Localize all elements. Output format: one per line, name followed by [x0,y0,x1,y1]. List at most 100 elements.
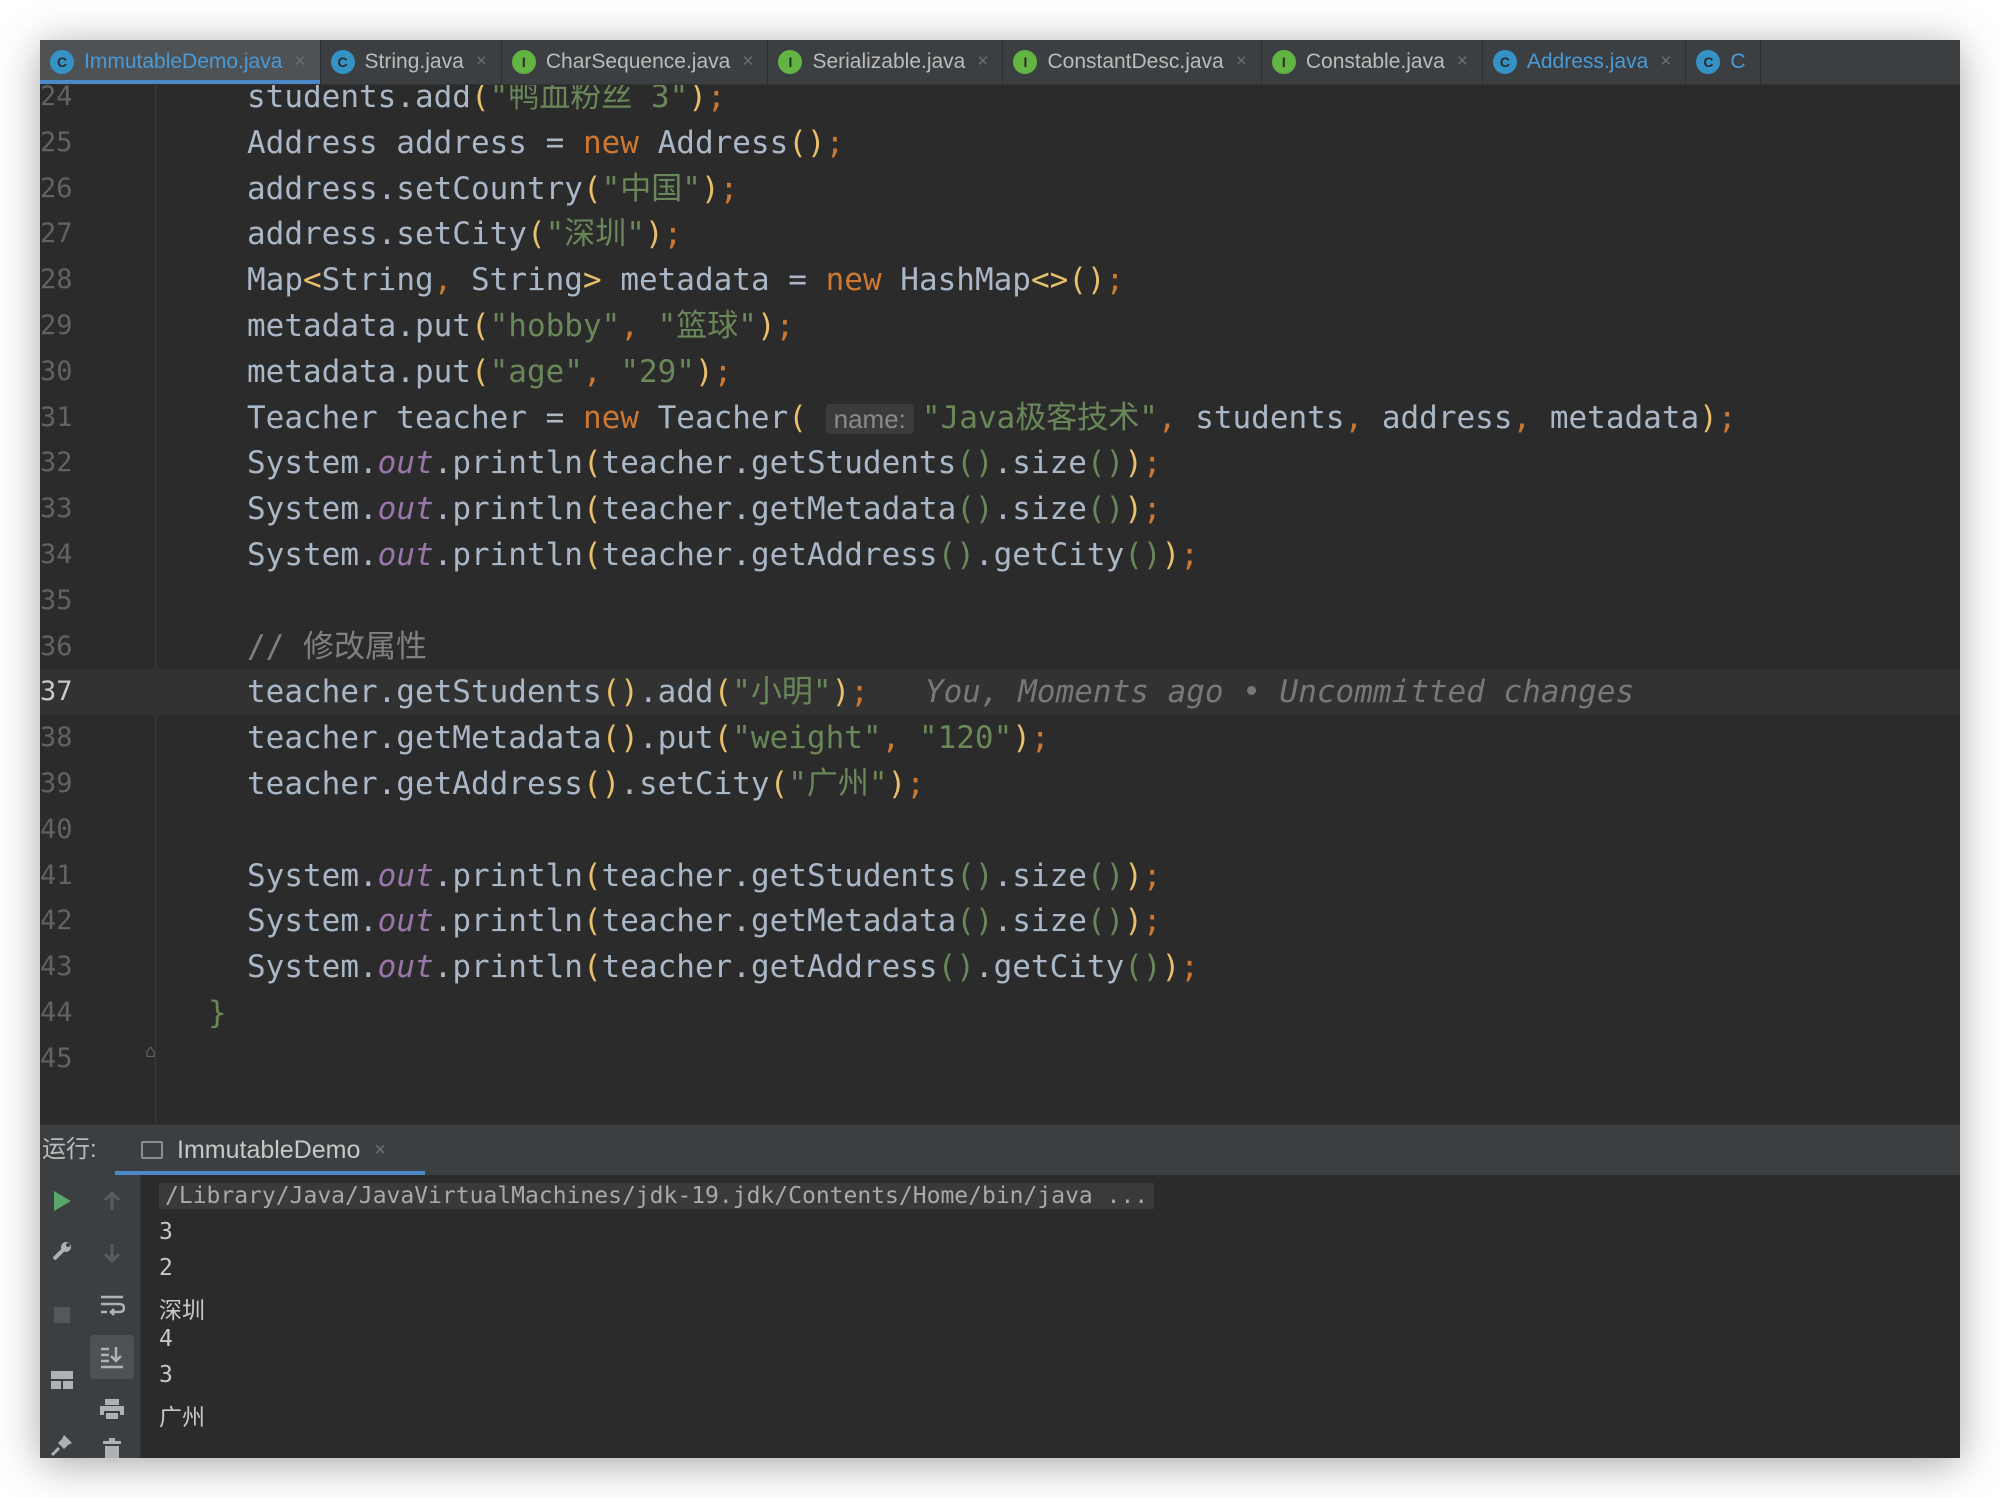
next-occurrence-button[interactable] [92,1233,132,1273]
close-icon[interactable]: × [1457,51,1468,73]
line-number: 34 [40,539,73,570]
tab-serializable-java[interactable]: I Serializable.java × [768,40,1004,84]
rerun-button[interactable] [42,1181,82,1221]
code-token: ) [700,170,720,207]
code-line[interactable]: 26 address.setCountry("中国"); [40,166,1960,212]
code-token: ; [825,124,845,161]
code-line[interactable]: 24 students.add("鸭血粉丝 3"); [40,85,1960,120]
tab-label: Serializable.java [812,50,966,73]
code-text: students.add("鸭血粉丝 3"); [247,85,726,120]
code-line[interactable]: 39 teacher.getAddress().setCity("广州"); [40,761,1960,807]
code-token: .println [433,949,583,986]
clear-all-button[interactable] [92,1430,132,1458]
run-console[interactable]: /Library/Java/JavaVirtualMachines/jdk-19… [141,1175,1960,1458]
fold-marker-icon[interactable]: ⌂ [145,1041,161,1062]
edit-configuration-button[interactable] [42,1231,82,1271]
code-token: .getCity [974,537,1125,573]
run-tab-label: ImmutableDemo [177,1135,361,1164]
code-line[interactable]: 44} [40,990,1960,1036]
code-line[interactable]: 33 System.out.println(teacher.getMetadata… [40,486,1960,532]
previous-occurrence-button[interactable] [92,1181,132,1221]
code-text: metadata.put("age", "29"); [247,349,732,395]
code-line[interactable]: 25 Address address = new Address(); [40,120,1960,166]
tab-constable-java[interactable]: I Constable.java × [1262,40,1483,84]
code-line[interactable]: 43 System.out.println(teacher.getAddress(… [40,944,1960,990]
close-icon[interactable]: × [977,51,988,73]
code-token: "中国" [601,170,701,207]
code-line[interactable]: 45 [40,1036,1960,1082]
tab-charsequence-java[interactable]: I CharSequence.java × [502,40,769,84]
code-token: out [377,857,434,894]
tab-address-java[interactable]: C Address.java × [1483,40,1687,84]
code-token: ( [582,857,602,894]
code-token: ) [644,216,664,253]
tab-label: ImmutableDemo.java [84,50,283,73]
code-token: , [881,720,901,757]
code-token: ( [582,537,602,573]
code-token: teacher.getStudents [601,445,957,482]
tab-immutabledemo-java[interactable]: C ImmutableDemo.java × [40,40,321,84]
code-token: HashMap [881,262,1031,299]
code-line[interactable]: 30 metadata.put("age", "29"); [40,349,1960,395]
close-icon[interactable]: × [476,51,487,73]
tab-label: CharSequence.java [545,50,731,73]
code-token: System. [247,949,378,986]
code-line[interactable]: 42 System.out.println(teacher.getMetadata… [40,898,1960,944]
code-line[interactable]: 37 teacher.getStudents().add("小明"); You, … [40,669,1960,716]
line-number: 36 [40,630,73,662]
close-icon[interactable]: × [374,1139,386,1162]
code-line[interactable]: 35 [40,578,1960,624]
close-icon[interactable]: × [1236,51,1247,73]
code-line[interactable]: 32 System.out.println(teacher.getStudents… [40,440,1960,486]
code-line[interactable]: 28 Map<String, String> metadata = new Has… [40,257,1960,303]
code-token: () [956,903,994,940]
code-token: System. [247,903,378,940]
code-editor[interactable]: 24 students.add("鸭血粉丝 3"); 25 Address addre… [40,85,1960,1124]
code-token: teacher.getAddress [601,949,938,986]
close-icon[interactable]: × [742,51,753,73]
code-line[interactable]: 36 // 修改属性 [40,624,1960,670]
code-token: () [601,674,639,711]
code-token: ( [582,903,602,940]
code-line[interactable]: 31 Teacher teacher = new Teacher( name: "J… [40,395,1960,441]
stop-button[interactable] [42,1295,82,1335]
code-token: out [377,903,434,940]
code-line[interactable]: 38 teacher.getMetadata().put("weight", "1… [40,715,1960,761]
line-number: 37 [40,676,73,708]
tab-label: String.java [364,50,464,73]
code-token: .add [638,674,714,711]
code-token: , [1512,399,1532,436]
tab-c[interactable]: CC [1686,40,1761,84]
code-token: // 修改属性 [247,628,427,665]
tab-string-java[interactable]: C String.java × [321,40,502,84]
code-token: ) [831,674,851,711]
close-icon[interactable]: × [294,51,305,73]
code-line[interactable]: 34 System.out.println(teacher.getAddress(… [40,532,1960,578]
scroll-to-end-button[interactable] [90,1335,134,1379]
class-icon: C [330,50,355,74]
run-tab-immutabledemo[interactable]: ImmutableDemo × [115,1125,425,1175]
close-icon[interactable]: × [1660,51,1671,73]
restore-layout-button[interactable] [42,1360,82,1400]
code-token: ( [582,491,602,528]
tab-constantdesc-java[interactable]: I ConstantDesc.java × [1003,40,1262,84]
code-token: ; [906,766,925,802]
soft-wrap-button[interactable] [92,1285,132,1325]
code-token: Address [638,124,789,161]
code-line[interactable]: 41 System.out.println(teacher.getStudents… [40,853,1960,899]
code-token: ) [1161,949,1181,986]
code-token: teacher.getMetadata [247,720,602,757]
code-token: out [377,491,434,528]
pin-tab-button[interactable] [42,1425,82,1458]
console-output-line: 广州 [159,1405,205,1431]
code-token: > [582,262,602,299]
code-line[interactable]: 27 address.setCity("深圳"); [40,211,1960,257]
code-line[interactable]: 29 metadata.put("hobby", "篮球"); [40,303,1960,349]
code-line[interactable]: 40 [40,807,1960,853]
code-token: teacher.getMetadata [601,491,957,528]
print-button[interactable] [92,1389,132,1429]
code-token: address.setCity [247,216,527,253]
